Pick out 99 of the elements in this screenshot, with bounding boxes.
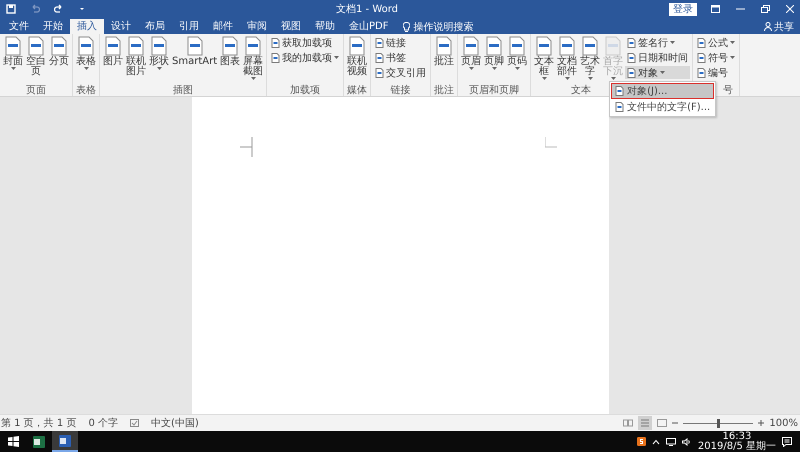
ribbon-button[interactable]: 批注 bbox=[433, 36, 456, 84]
document-icon bbox=[627, 52, 636, 62]
chevron-up-icon[interactable] bbox=[652, 438, 660, 444]
ribbon-small-button[interactable]: 获取加载项 bbox=[269, 36, 342, 49]
language-indicator[interactable]: 中文(中国) bbox=[151, 416, 199, 430]
menu-item[interactable]: 对象(J)... bbox=[611, 83, 714, 99]
ribbon-small-button[interactable]: 交叉引用 bbox=[373, 66, 428, 79]
volume-icon[interactable] bbox=[682, 438, 692, 446]
print-layout-icon[interactable] bbox=[638, 416, 652, 430]
ribbon-button[interactable]: 页眉 bbox=[460, 36, 482, 84]
group-label: 链接 bbox=[390, 85, 411, 96]
document-icon bbox=[697, 38, 706, 48]
ribbon-small-button[interactable]: 签名行 bbox=[625, 36, 690, 49]
save-icon[interactable] bbox=[6, 4, 16, 14]
ribbon-button[interactable]: SmartArt bbox=[171, 36, 218, 84]
document-icon bbox=[375, 38, 384, 48]
document-icon bbox=[375, 68, 384, 78]
ribbon-tab[interactable]: 布局 bbox=[138, 19, 172, 34]
document-icon bbox=[271, 52, 280, 62]
ribbon-button[interactable]: 图片 bbox=[102, 36, 124, 84]
ribbon-tab[interactable]: 金山PDF bbox=[342, 19, 396, 34]
document-icon bbox=[627, 68, 636, 78]
ribbon-small-button[interactable]: 公式 bbox=[695, 36, 738, 49]
login-button[interactable]: 登录 bbox=[669, 2, 697, 16]
person-icon bbox=[764, 22, 772, 31]
ribbon-tab[interactable]: 开始 bbox=[36, 19, 70, 34]
windows-logo-icon[interactable] bbox=[8, 436, 18, 447]
ribbon-button[interactable]: 封面 bbox=[2, 36, 24, 84]
window-title: 文档1 - Word bbox=[336, 2, 400, 16]
group-label: 页面 bbox=[26, 85, 46, 96]
ribbon-button[interactable]: 形状 bbox=[148, 36, 170, 84]
restore-icon[interactable] bbox=[761, 5, 770, 13]
ribbon-button[interactable]: 空白页 bbox=[25, 36, 47, 84]
group-label: 媒体 bbox=[347, 85, 368, 96]
group-label: 页眉和页脚 bbox=[469, 85, 520, 96]
share-button[interactable]: 共享 bbox=[774, 20, 794, 34]
page-count[interactable]: 第 1 页，共 1 页 bbox=[1, 416, 76, 430]
notification-icon[interactable] bbox=[782, 436, 792, 446]
document-icon bbox=[627, 38, 636, 48]
read-mode-icon[interactable] bbox=[623, 419, 634, 427]
tell-me-search[interactable]: 操作说明搜索 bbox=[413, 20, 474, 34]
web-layout-icon[interactable] bbox=[657, 419, 668, 427]
proofing-icon[interactable] bbox=[130, 419, 139, 427]
ribbon-small-button[interactable]: 日期和时间 bbox=[625, 51, 690, 64]
app-tile-icon bbox=[59, 434, 71, 446]
group-label: 表格 bbox=[76, 85, 96, 96]
document-icon bbox=[375, 52, 384, 62]
ribbon-button[interactable]: 联机视频 bbox=[346, 36, 368, 84]
ribbon-tab[interactable]: 插入 bbox=[70, 19, 104, 34]
group-label: 插图 bbox=[173, 85, 194, 96]
ribbon-tab[interactable]: 帮助 bbox=[308, 19, 342, 34]
ribbon-button[interactable]: 联机图片 bbox=[125, 36, 147, 84]
ribbon-button[interactable]: 表格 bbox=[75, 36, 97, 84]
group-label: 加载项 bbox=[290, 85, 320, 96]
redo-icon[interactable] bbox=[54, 4, 64, 14]
document-icon bbox=[697, 52, 706, 62]
plus-icon[interactable] bbox=[758, 420, 764, 426]
clock-date[interactable]: 2019/8/5 星期一 bbox=[698, 442, 776, 452]
ribbon-button[interactable]: 文本框 bbox=[533, 36, 556, 84]
close-icon[interactable] bbox=[786, 5, 794, 13]
ribbon-button[interactable]: 艺术字 bbox=[579, 36, 602, 84]
ribbon-tab[interactable]: 引用 bbox=[172, 19, 206, 34]
ribbon-button[interactable]: 分页 bbox=[48, 36, 70, 84]
app-tile-icon bbox=[33, 436, 45, 448]
minus-icon[interactable] bbox=[672, 420, 678, 426]
ribbon-small-button[interactable]: 链接 bbox=[373, 36, 428, 49]
network-icon[interactable] bbox=[666, 438, 676, 446]
ribbon-tab[interactable]: 文件 bbox=[2, 19, 36, 34]
document-icon bbox=[697, 68, 706, 78]
ribbon-options-icon[interactable] bbox=[711, 5, 720, 13]
group-label: 号 bbox=[723, 85, 734, 96]
document-icon bbox=[271, 38, 280, 48]
margin-corner-mark bbox=[544, 137, 556, 149]
taskbar-app[interactable] bbox=[52, 431, 78, 452]
ribbon-button[interactable]: 屏幕截图 bbox=[242, 36, 264, 84]
input-method-icon[interactable] bbox=[636, 437, 646, 446]
document-icon bbox=[615, 102, 624, 112]
document-icon bbox=[615, 86, 624, 96]
ribbon-small-button[interactable]: 符号 bbox=[695, 51, 738, 64]
ribbon-tab[interactable]: 邮件 bbox=[206, 19, 240, 34]
ribbon-tab[interactable]: 设计 bbox=[104, 19, 138, 34]
ribbon-button[interactable]: 页脚 bbox=[483, 36, 506, 84]
ribbon-small-button[interactable]: 我的加载项 bbox=[269, 51, 342, 64]
group-label: 批注 bbox=[434, 85, 454, 96]
menu-item[interactable]: 文件中的文字(F)... bbox=[611, 99, 714, 115]
ribbon-small-button[interactable]: 对象 bbox=[625, 66, 690, 79]
word-count[interactable]: 0 个字 bbox=[88, 416, 118, 430]
margin-corner-mark bbox=[240, 137, 256, 157]
clock-time[interactable]: 16:33 bbox=[722, 432, 752, 442]
zoom-level[interactable]: 100% bbox=[769, 418, 798, 428]
ribbon-button[interactable]: 图表 bbox=[219, 36, 242, 84]
ribbon-small-button[interactable]: 编号 bbox=[695, 66, 738, 79]
ribbon-tab[interactable]: 视图 bbox=[274, 19, 308, 34]
lightbulb-icon bbox=[403, 22, 410, 32]
ribbon-small-button[interactable]: 书签 bbox=[373, 51, 428, 64]
group-label: 文本 bbox=[571, 85, 592, 96]
ribbon-tab[interactable]: 审阅 bbox=[240, 19, 274, 34]
ribbon-button[interactable]: 文档部件 bbox=[556, 36, 578, 84]
ribbon-button[interactable]: 页码 bbox=[506, 36, 528, 84]
